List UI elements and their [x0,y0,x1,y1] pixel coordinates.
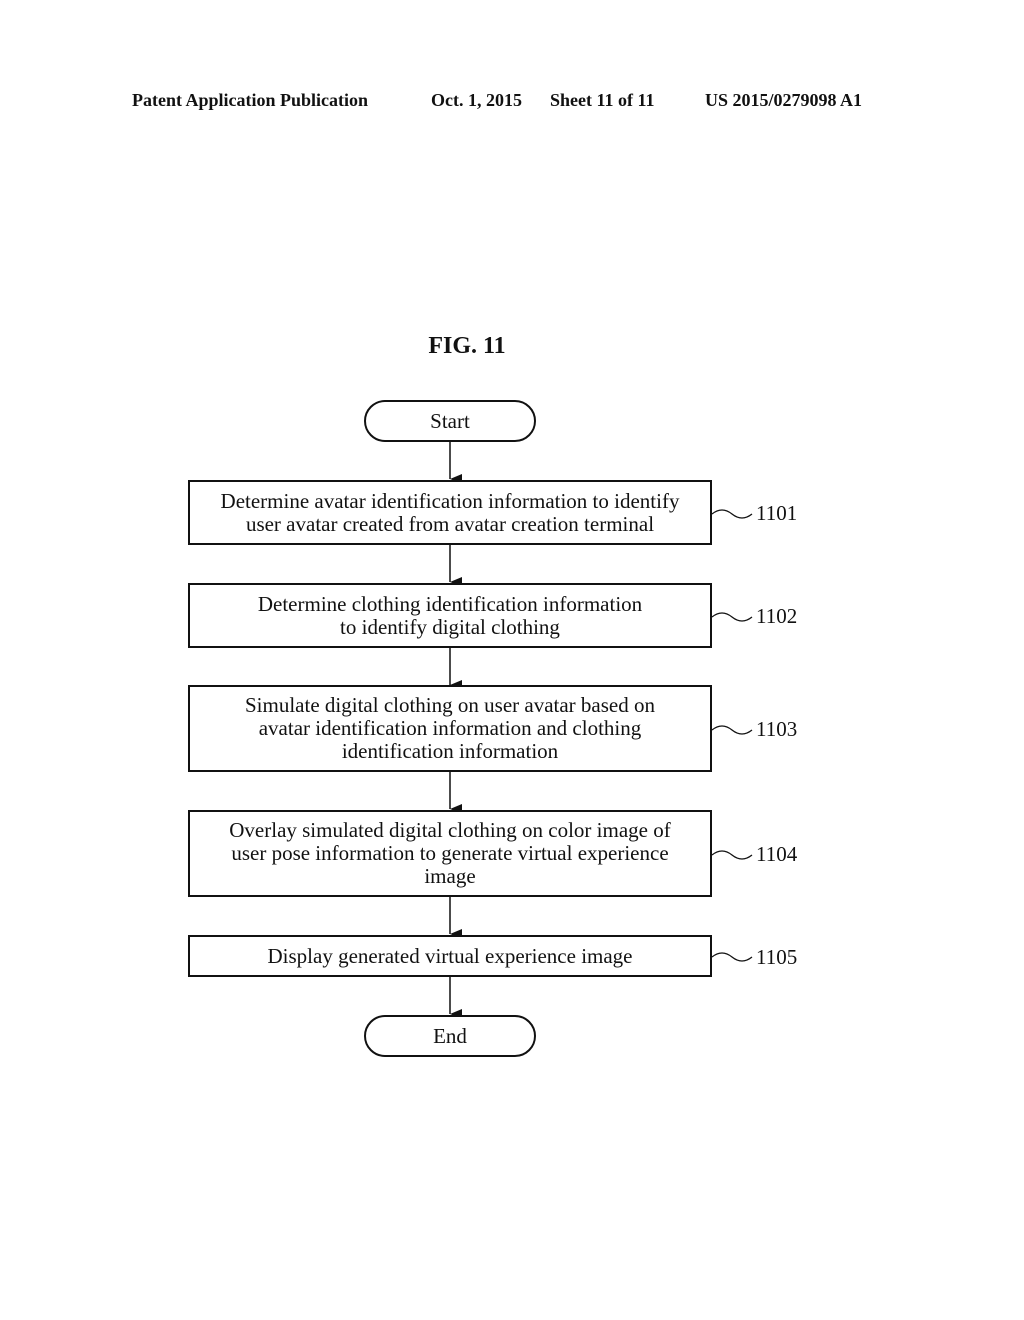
step-box-1101: Determine avatar identification informat… [188,480,712,545]
leader-1105 [711,952,753,962]
start-terminal: Start [364,400,536,442]
step-ref-1103: 1103 [756,717,798,741]
step-ref-1104: 1104 [756,842,798,866]
leader-1101 [711,509,753,519]
leader-1104 [711,850,753,860]
step-box-1103: Simulate digital clothing on user avatar… [188,685,712,772]
end-terminal: End [364,1015,536,1057]
step-ref-1101: 1101 [756,501,798,525]
leader-1103 [711,725,753,735]
step-box-1104: Overlay simulated digital clothing on co… [188,810,712,897]
flowchart-connectors [449,442,753,1019]
step-ref-1102: 1102 [756,604,798,628]
step-ref-1105: 1105 [756,945,798,969]
step-box-1105: Display generated virtual experience ima… [188,935,712,977]
leader-1102 [711,612,753,622]
step-box-1102: Determine clothing identification inform… [188,583,712,648]
